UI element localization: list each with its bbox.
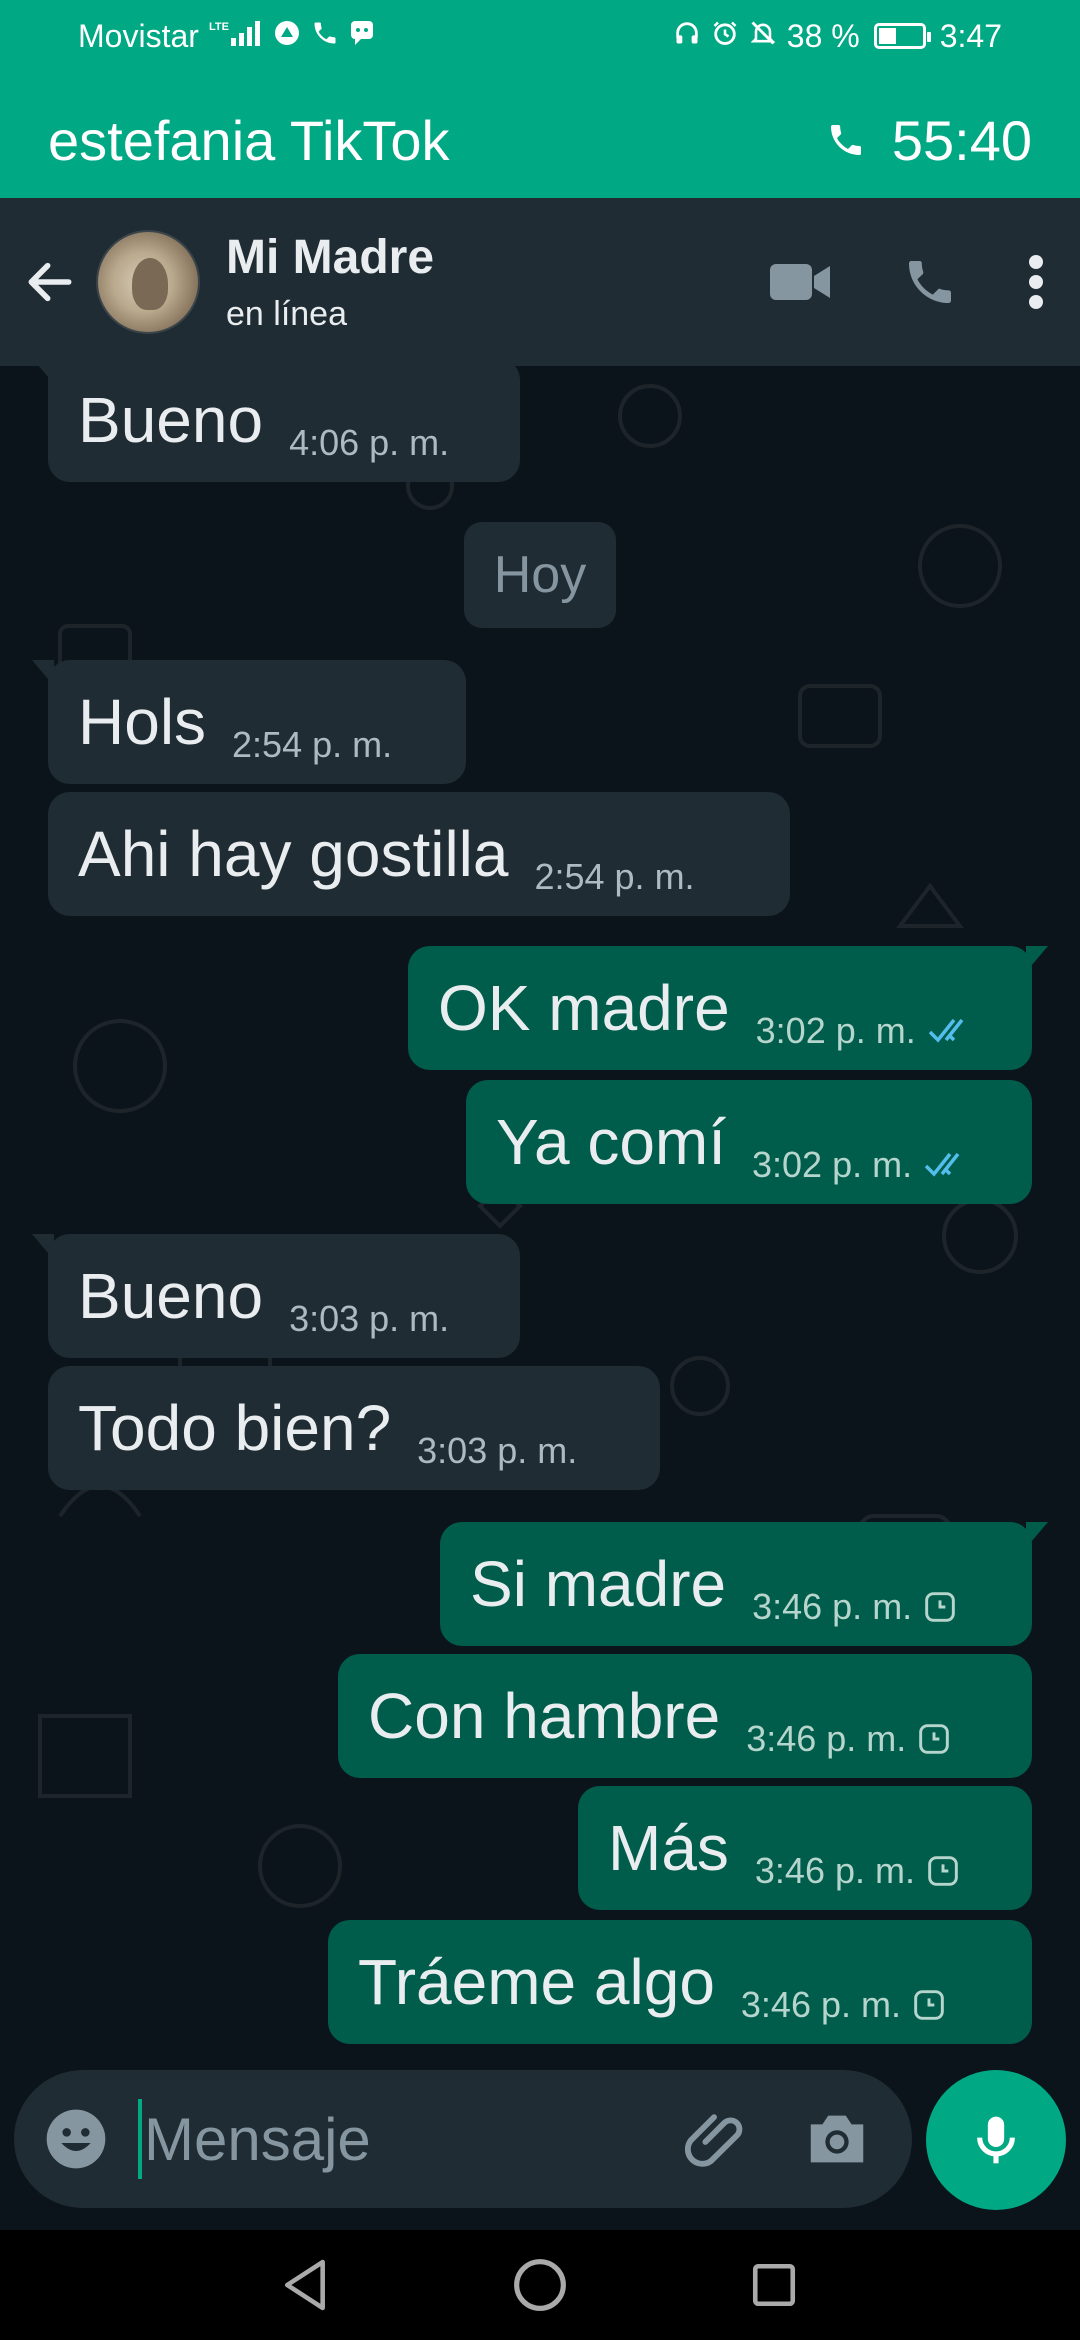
message-meta: 3:02 p. m.: [752, 1144, 974, 1186]
contact-status: en línea: [226, 295, 347, 333]
alarm-icon: [711, 19, 739, 53]
avatar-picture: [132, 258, 168, 310]
system-navigation-bar: [0, 2230, 1080, 2340]
ongoing-call-banner[interactable]: estefania TikTok 55:40: [0, 100, 1080, 180]
voice-call-icon[interactable]: [902, 254, 958, 310]
message-outgoing[interactable]: Más 3:46 p. m.: [578, 1786, 1032, 1910]
message-meta: 2:54 p. m.: [232, 724, 392, 766]
message-text: Más: [608, 1812, 729, 1884]
message-meta: 3:46 p. m.: [752, 1586, 956, 1628]
microphone-icon: [977, 2116, 1015, 2164]
nav-home-icon[interactable]: [512, 2257, 568, 2313]
pending-clock-icon: [928, 1856, 958, 1886]
message-text: Tráeme algo: [358, 1946, 715, 2018]
read-ticks-icon: [928, 1018, 964, 1043]
message-time: 2:54 p. m.: [534, 856, 695, 897]
message-incoming[interactable]: Hols 2:54 p. m.: [32, 660, 466, 784]
message-text: OK madre: [438, 972, 730, 1044]
nav-back-icon[interactable]: [281, 2257, 331, 2313]
message-time: 3:02 p. m.: [752, 1144, 913, 1185]
clock-time: 3:47: [939, 17, 1002, 54]
contact-info[interactable]: Mi Madre en línea: [226, 230, 434, 334]
message-time: 3:46 p. m.: [754, 1850, 915, 1891]
message-meta: 4:06 p. m.: [289, 422, 449, 464]
phone-icon: [826, 108, 866, 173]
message-meta: 3:46 p. m.: [741, 1984, 945, 2026]
nav-recents-icon[interactable]: [749, 2260, 799, 2310]
message-text: Bueno: [78, 384, 264, 456]
message-meta: 2:54 p. m.: [534, 856, 694, 898]
message-time: 4:06 p. m.: [289, 422, 450, 463]
message-outgoing[interactable]: Tráeme algo 3:46 p. m.: [328, 1920, 1032, 2044]
call-duration-group: 55:40: [826, 108, 1032, 173]
chat-header: Mi Madre en línea: [0, 198, 1080, 366]
contact-name: Mi Madre: [226, 231, 435, 284]
carrier-label: Movistar: [78, 17, 199, 54]
attach-icon[interactable]: [682, 2104, 752, 2174]
message-time: 3:46 p. m.: [740, 1984, 901, 2025]
message-text: Ya comí: [496, 1106, 726, 1178]
call-indicator-icon: [311, 19, 339, 53]
svg-text:LTE: LTE: [209, 21, 229, 33]
message-outgoing[interactable]: Con hambre 3:46 p. m.: [338, 1654, 1032, 1778]
status-left: Movistar LTE: [78, 18, 379, 55]
message-incoming[interactable]: Bueno 4:06 p. m.: [32, 366, 520, 482]
battery-icon: [873, 23, 931, 49]
message-incoming[interactable]: Todo bien? 3:03 p. m.: [48, 1366, 660, 1490]
message-outgoing[interactable]: Ya comí 3:02 p. m.: [466, 1080, 1032, 1204]
camera-icon[interactable]: [802, 2104, 872, 2174]
message-text: Bueno: [78, 1260, 264, 1332]
message-time: 3:03 p. m.: [289, 1298, 450, 1339]
message-meta: 3:03 p. m.: [289, 1298, 449, 1340]
date-separator: Hoy: [464, 522, 616, 628]
message-meta: 3:02 p. m.: [756, 1010, 978, 1052]
message-time: 3:46 p. m.: [746, 1718, 907, 1759]
message-composer: Mensaje: [14, 2070, 912, 2208]
notification-app-icon: [273, 19, 301, 53]
battery-percent: 38 %: [786, 17, 860, 54]
header-actions: [768, 254, 1044, 310]
avatar[interactable]: [96, 230, 200, 334]
muted-bell-icon: [749, 19, 777, 53]
pending-clock-icon: [925, 1592, 955, 1622]
battery-fill: [878, 28, 897, 44]
message-meta: 3:03 p. m.: [417, 1430, 577, 1472]
chat-notification-icon: [349, 19, 379, 53]
message-time: 3:46 p. m.: [752, 1586, 913, 1627]
message-text: Con hambre: [368, 1680, 721, 1752]
message-outgoing[interactable]: OK madre 3:02 p. m.: [408, 946, 1048, 1070]
message-text: Ahi hay gostilla: [78, 818, 509, 890]
status-right: 38 % 3:47: [673, 18, 1002, 55]
network-signal-icon: LTE: [209, 18, 263, 54]
message-incoming[interactable]: Bueno 3:03 p. m.: [32, 1234, 520, 1358]
pending-clock-icon: [919, 1724, 950, 1754]
message-input[interactable]: Mensaje: [144, 2105, 682, 2174]
video-call-icon[interactable]: [768, 260, 832, 304]
message-time: 3:02 p. m.: [755, 1010, 916, 1051]
chat-area[interactable]: Bueno 4:06 p. m. Hoy Hols 2:54 p. m. Ahi…: [0, 366, 1080, 2076]
call-duration: 55:40: [891, 108, 1032, 172]
emoji-icon[interactable]: [44, 2107, 108, 2171]
message-meta: 3:46 p. m.: [746, 1718, 950, 1760]
voice-record-button[interactable]: [926, 2070, 1066, 2210]
message-outgoing[interactable]: Si madre 3:46 p. m.: [440, 1522, 1048, 1646]
pending-clock-icon: [914, 1990, 944, 2020]
message-meta: 3:46 p. m.: [755, 1850, 959, 1892]
read-ticks-icon: [924, 1152, 960, 1177]
message-time: 2:54 p. m.: [232, 724, 393, 765]
headphones-icon: [673, 19, 701, 53]
call-banner-title: estefania TikTok: [48, 108, 450, 172]
message-incoming[interactable]: Ahi hay gostilla 2:54 p. m.: [48, 792, 790, 916]
text-cursor: [138, 2099, 142, 2179]
message-text: Todo bien?: [78, 1392, 392, 1464]
more-options-icon[interactable]: [1028, 254, 1044, 310]
back-arrow-icon[interactable]: [22, 254, 78, 310]
message-time: 3:03 p. m.: [417, 1430, 578, 1471]
message-text: Hols: [78, 686, 207, 758]
message-text: Si madre: [470, 1548, 727, 1620]
status-bar: Movistar LTE 38 % 3:47: [0, 0, 1080, 72]
